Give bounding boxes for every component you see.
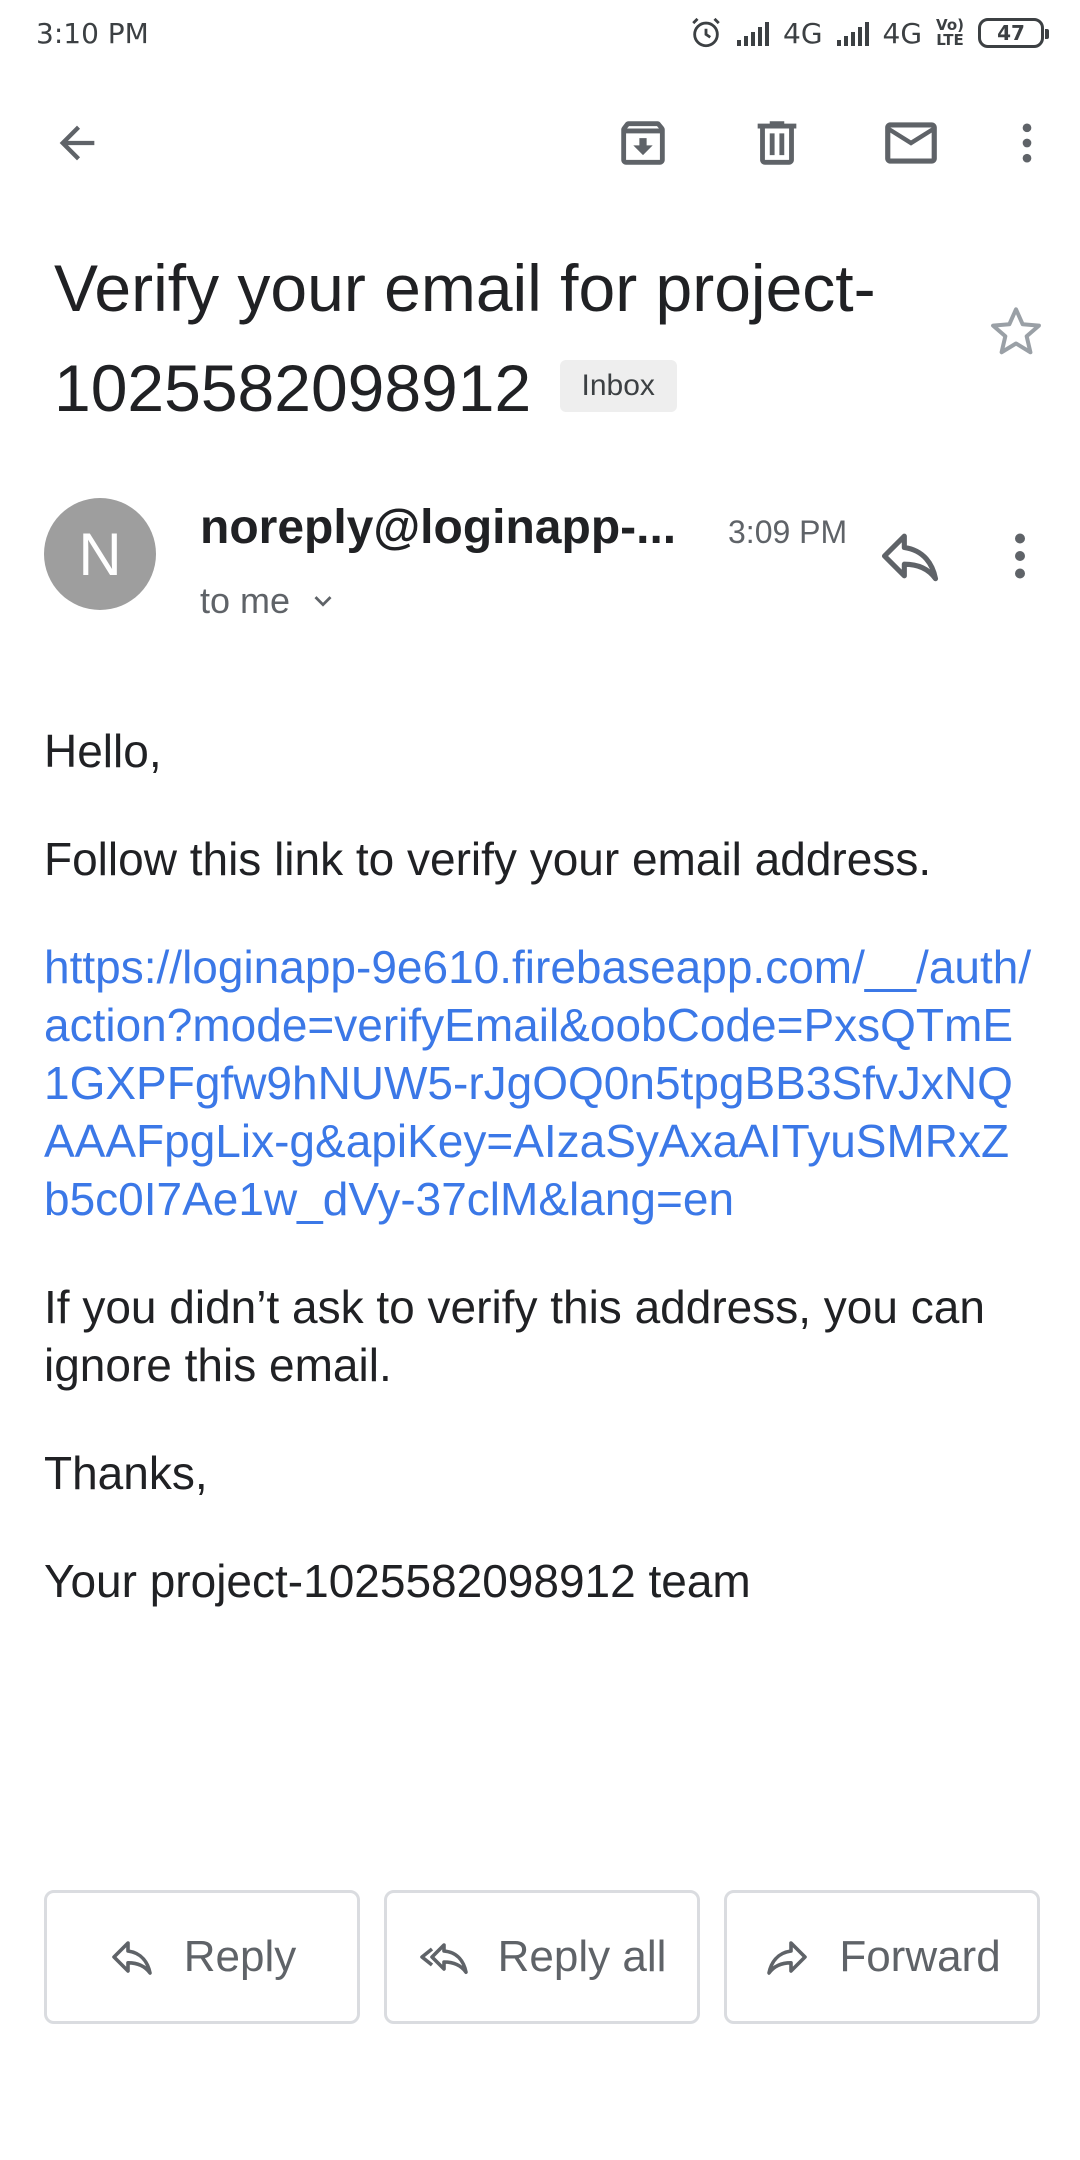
- reply-icon: [111, 1941, 152, 1975]
- arrow-left-icon: [59, 125, 95, 161]
- signature-text: Your project-1025582098912 team: [44, 1555, 751, 1607]
- sender-address[interactable]: noreply@loginapp-...: [200, 500, 700, 555]
- battery-icon: 47: [978, 18, 1049, 48]
- subject-text: Verify your email for project-1025582098…: [54, 251, 876, 425]
- network-type-2: 4G: [882, 16, 923, 50]
- signal-icon: [737, 20, 770, 46]
- trash-icon: [757, 121, 797, 165]
- recipient-text: to me: [200, 580, 291, 621]
- archive-button[interactable]: [590, 90, 696, 196]
- recipient-details[interactable]: to me: [200, 580, 340, 622]
- email-time: 3:09 PM: [728, 514, 848, 550]
- status-icons: 4G 4G Vo) LTE 47: [689, 16, 1049, 50]
- email-body: Hello, Follow this link to verify your e…: [44, 722, 1034, 1660]
- message-more-icon[interactable]: [990, 522, 1050, 590]
- status-time: 3:10 PM: [36, 16, 149, 50]
- star-icon[interactable]: [984, 300, 1048, 364]
- mail-icon: [885, 122, 937, 164]
- reply-label: Reply: [183, 1932, 297, 1981]
- network-type-1: 4G: [783, 16, 823, 50]
- reply-all-icon: [419, 1943, 468, 1974]
- forward-icon: [767, 1941, 808, 1975]
- greeting: Hello,: [44, 725, 162, 777]
- battery-level: 47: [997, 21, 1025, 45]
- email-toolbar: [0, 90, 1080, 196]
- instruction-text: Follow this link to verify your email ad…: [44, 833, 932, 885]
- mark-unread-button[interactable]: [858, 90, 964, 196]
- reply-button[interactable]: Reply: [44, 1890, 360, 2024]
- forward-button[interactable]: Forward: [724, 1890, 1040, 2024]
- forward-label: Forward: [839, 1932, 1001, 1981]
- more-options-button[interactable]: [974, 90, 1080, 196]
- avatar[interactable]: N: [44, 498, 156, 610]
- signal-icon-2: [836, 20, 869, 46]
- email-subject: Verify your email for project-1025582098…: [54, 238, 954, 438]
- status-bar: 3:10 PM 4G 4G Vo) LTE 47: [0, 0, 1080, 66]
- disclaimer-text: If you didn’t ask to verify this address…: [44, 1281, 985, 1391]
- reply-actions: Reply Reply all Forward: [44, 1890, 1040, 2024]
- verification-link[interactable]: https://loginapp-9e610.firebaseapp.com/_…: [44, 941, 1031, 1225]
- alarm-icon: [692, 17, 720, 48]
- archive-icon: [621, 121, 665, 165]
- chevron-down-icon: [314, 596, 332, 607]
- thanks-text: Thanks,: [44, 1447, 208, 1499]
- more-vert-icon: [1022, 123, 1032, 163]
- volte-bottom: LTE: [936, 31, 964, 49]
- volte-icon: Vo) LTE: [936, 18, 964, 48]
- reply-all-button[interactable]: Reply all: [384, 1890, 700, 2024]
- back-button[interactable]: [24, 90, 130, 196]
- reply-all-label: Reply all: [497, 1932, 667, 1981]
- label-badge[interactable]: Inbox: [559, 359, 677, 412]
- reply-icon[interactable]: [870, 522, 950, 590]
- delete-button[interactable]: [724, 90, 830, 196]
